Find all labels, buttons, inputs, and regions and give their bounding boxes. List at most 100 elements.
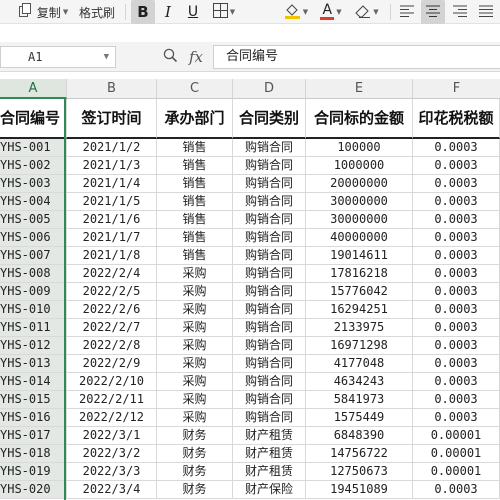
- department-cell[interactable]: 销售: [157, 175, 233, 193]
- contract-type-cell[interactable]: 购销合同: [233, 139, 306, 157]
- amount-cell[interactable]: 20000000: [306, 175, 413, 193]
- stamp-duty-cell[interactable]: 0.0003: [413, 355, 500, 373]
- sign-date-cell[interactable]: 2022/3/3: [67, 463, 157, 481]
- department-cell[interactable]: 采购: [157, 355, 233, 373]
- contract-type-cell[interactable]: 购销合同: [233, 265, 306, 283]
- contract-type-cell[interactable]: 购销合同: [233, 193, 306, 211]
- stamp-duty-cell[interactable]: 0.0003: [413, 139, 500, 157]
- stamp-duty-cell[interactable]: 0.0003: [413, 229, 500, 247]
- column-header-f[interactable]: F: [413, 79, 500, 99]
- font-color-button[interactable]: A ▼: [316, 0, 346, 24]
- sign-date-cell[interactable]: 2022/2/4: [67, 265, 157, 283]
- amount-cell[interactable]: 30000000: [306, 193, 413, 211]
- sign-date-cell[interactable]: 2022/2/9: [67, 355, 157, 373]
- stamp-duty-cell[interactable]: 0.00001: [413, 463, 500, 481]
- italic-button[interactable]: I: [157, 0, 179, 24]
- sign-date-cell[interactable]: 2022/2/10: [67, 373, 157, 391]
- stamp-duty-cell[interactable]: 0.0003: [413, 481, 500, 499]
- header-cell-contract-type[interactable]: 合同类别: [233, 99, 306, 139]
- fill-color-button[interactable]: ▼: [281, 0, 311, 24]
- contract-type-cell[interactable]: 财产租赁: [233, 445, 306, 463]
- contract-type-cell[interactable]: 购销合同: [233, 211, 306, 229]
- amount-cell[interactable]: 19451089: [306, 481, 413, 499]
- sign-date-cell[interactable]: 2021/1/3: [67, 157, 157, 175]
- sign-date-cell[interactable]: 2021/1/7: [67, 229, 157, 247]
- contract-no-cell[interactable]: YHS-007: [0, 247, 67, 265]
- contract-no-cell[interactable]: YHS-012: [0, 337, 67, 355]
- contract-type-cell[interactable]: 购销合同: [233, 319, 306, 337]
- header-cell-contract-no[interactable]: 合同编号: [0, 99, 67, 139]
- formula-input[interactable]: 合同编号: [213, 45, 500, 69]
- header-cell-department[interactable]: 承办部门: [157, 99, 233, 139]
- name-box[interactable]: A1 ▼: [0, 46, 116, 68]
- stamp-duty-cell[interactable]: 0.0003: [413, 175, 500, 193]
- department-cell[interactable]: 采购: [157, 409, 233, 427]
- align-center-button[interactable]: [421, 0, 445, 24]
- underline-button[interactable]: U: [181, 0, 205, 24]
- department-cell[interactable]: 销售: [157, 211, 233, 229]
- contract-type-cell[interactable]: 财产租赁: [233, 427, 306, 445]
- contract-type-cell[interactable]: 购销合同: [233, 175, 306, 193]
- amount-cell[interactable]: 4634243: [306, 373, 413, 391]
- sign-date-cell[interactable]: 2022/3/2: [67, 445, 157, 463]
- stamp-duty-cell[interactable]: 0.0003: [413, 247, 500, 265]
- contract-no-cell[interactable]: YHS-013: [0, 355, 67, 373]
- stamp-duty-cell[interactable]: 0.0003: [413, 337, 500, 355]
- amount-cell[interactable]: 12750673: [306, 463, 413, 481]
- copy-button[interactable]: 复制 ▼: [14, 0, 72, 24]
- amount-cell[interactable]: 1575449: [306, 409, 413, 427]
- contract-no-cell[interactable]: YHS-006: [0, 229, 67, 247]
- contract-type-cell[interactable]: 购销合同: [233, 247, 306, 265]
- contract-no-cell[interactable]: YHS-018: [0, 445, 67, 463]
- department-cell[interactable]: 采购: [157, 319, 233, 337]
- amount-cell[interactable]: 15776042: [306, 283, 413, 301]
- amount-cell[interactable]: 14756722: [306, 445, 413, 463]
- sign-date-cell[interactable]: 2021/1/4: [67, 175, 157, 193]
- amount-cell[interactable]: 19014611: [306, 247, 413, 265]
- contract-no-cell[interactable]: YHS-019: [0, 463, 67, 481]
- sign-date-cell[interactable]: 2022/3/4: [67, 481, 157, 499]
- stamp-duty-cell[interactable]: 0.00001: [413, 427, 500, 445]
- contract-no-cell[interactable]: YHS-017: [0, 427, 67, 445]
- department-cell[interactable]: 采购: [157, 301, 233, 319]
- column-header-e[interactable]: E: [306, 79, 413, 99]
- align-left-button[interactable]: [395, 0, 419, 24]
- amount-cell[interactable]: 16971298: [306, 337, 413, 355]
- amount-cell[interactable]: 1000000: [306, 157, 413, 175]
- contract-no-cell[interactable]: YHS-008: [0, 265, 67, 283]
- contract-no-cell[interactable]: YHS-001: [0, 139, 67, 157]
- contract-type-cell[interactable]: 购销合同: [233, 157, 306, 175]
- header-cell-stamp-duty[interactable]: 印花税税额: [413, 99, 500, 139]
- stamp-duty-cell[interactable]: 0.0003: [413, 301, 500, 319]
- department-cell[interactable]: 销售: [157, 247, 233, 265]
- department-cell[interactable]: 财务: [157, 481, 233, 499]
- amount-cell[interactable]: 100000: [306, 139, 413, 157]
- sign-date-cell[interactable]: 2021/1/8: [67, 247, 157, 265]
- stamp-duty-cell[interactable]: 0.0003: [413, 193, 500, 211]
- header-cell-amount[interactable]: 合同标的金额: [306, 99, 413, 139]
- department-cell[interactable]: 销售: [157, 229, 233, 247]
- column-header-a[interactable]: A: [0, 79, 67, 99]
- department-cell[interactable]: 采购: [157, 373, 233, 391]
- bold-button[interactable]: B: [131, 0, 155, 24]
- department-cell[interactable]: 财务: [157, 445, 233, 463]
- contract-type-cell[interactable]: 购销合同: [233, 301, 306, 319]
- contract-type-cell[interactable]: 购销合同: [233, 337, 306, 355]
- stamp-duty-cell[interactable]: 0.0003: [413, 319, 500, 337]
- fill-color-dropdown-icon[interactable]: ▼: [303, 8, 308, 16]
- contract-no-cell[interactable]: YHS-010: [0, 301, 67, 319]
- stamp-duty-cell[interactable]: 0.0003: [413, 211, 500, 229]
- amount-cell[interactable]: 17816218: [306, 265, 413, 283]
- find-function-button[interactable]: [160, 46, 180, 68]
- department-cell[interactable]: 销售: [157, 193, 233, 211]
- contract-no-cell[interactable]: YHS-020: [0, 481, 67, 499]
- column-header-b[interactable]: B: [67, 79, 157, 99]
- contract-type-cell[interactable]: 购销合同: [233, 355, 306, 373]
- amount-cell[interactable]: 30000000: [306, 211, 413, 229]
- contract-no-cell[interactable]: YHS-014: [0, 373, 67, 391]
- stamp-duty-cell[interactable]: 0.0003: [413, 373, 500, 391]
- department-cell[interactable]: 销售: [157, 139, 233, 157]
- contract-no-cell[interactable]: YHS-015: [0, 391, 67, 409]
- contract-type-cell[interactable]: 购销合同: [233, 391, 306, 409]
- name-box-dropdown-icon[interactable]: ▼: [104, 47, 109, 67]
